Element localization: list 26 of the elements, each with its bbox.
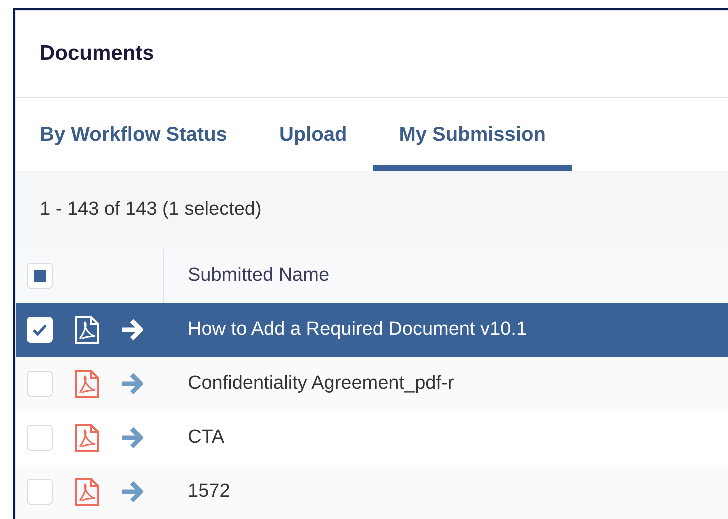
panel-title: Documents: [40, 41, 154, 68]
tab[interactable]: By Workflow Status: [40, 98, 254, 171]
checkbox[interactable]: [27, 425, 53, 451]
document-name: 1572: [187, 480, 230, 504]
checkbox[interactable]: [27, 479, 53, 505]
pdf-file-icon: [74, 423, 100, 453]
arrow-right-icon[interactable]: [120, 318, 146, 342]
table-row[interactable]: CTA: [16, 411, 728, 465]
tab[interactable]: Upload: [253, 98, 374, 171]
arrow-right-icon[interactable]: [120, 372, 146, 396]
arrow-right-icon[interactable]: [120, 426, 146, 450]
document-name: CTA: [187, 426, 225, 450]
document-name: Confidentiality Agreement_pdf-r: [187, 372, 454, 396]
record-count: 1 - 143 of 143 (1 selected): [40, 198, 262, 222]
checkbox[interactable]: [27, 263, 53, 289]
pdf-file-icon: [74, 369, 100, 399]
pdf-file-icon: [74, 477, 100, 507]
pdf-file-icon: [74, 315, 100, 345]
arrow-right-icon[interactable]: [120, 480, 146, 504]
column-header[interactable]: Submitted Name: [164, 262, 330, 290]
indeterminate-icon: [34, 270, 46, 282]
table-row[interactable]: Confidentiality Agreement_pdf-r: [16, 357, 728, 411]
table-row[interactable]: 1572: [16, 465, 728, 519]
table-row[interactable]: How to Add a Required Document v10.1: [16, 303, 728, 357]
checkbox[interactable]: [27, 371, 53, 397]
document-name: How to Add a Required Document v10.1: [187, 318, 528, 342]
